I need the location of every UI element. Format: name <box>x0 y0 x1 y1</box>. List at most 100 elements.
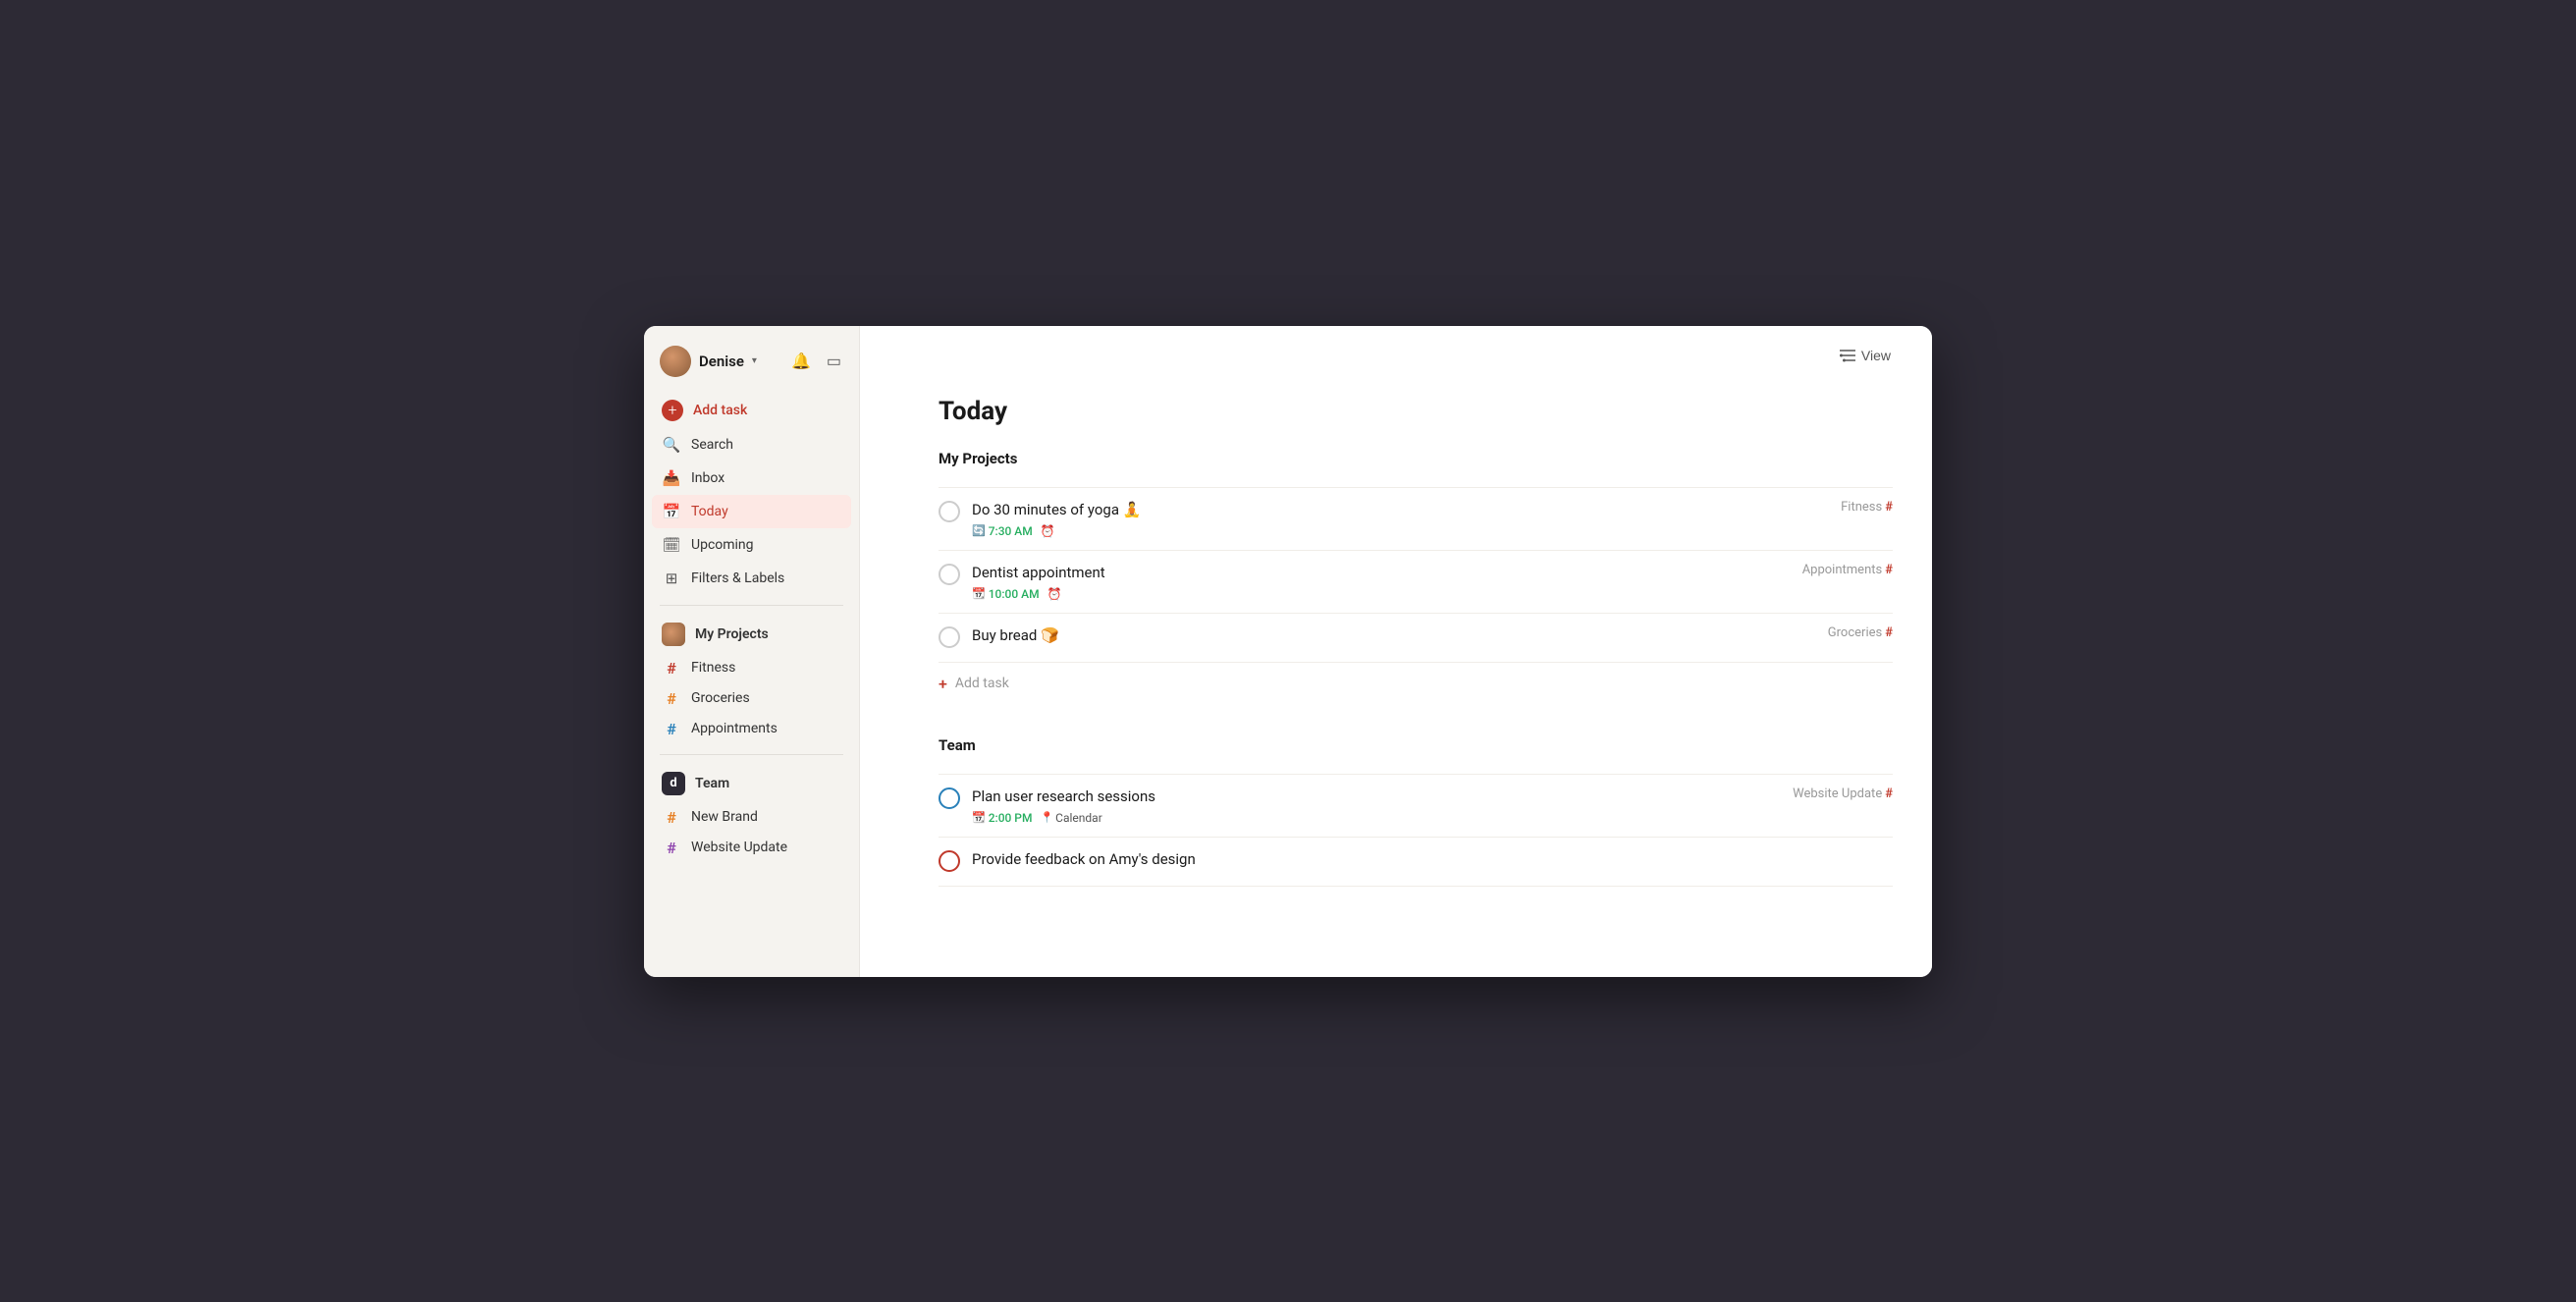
sidebar-item-appointments[interactable]: # Appointments <box>652 714 851 744</box>
task-5-checkbox[interactable] <box>939 850 960 872</box>
main-body: Today My Projects Do 30 minutes of yoga … <box>860 377 1932 977</box>
task-3-project[interactable]: Groceries # <box>1828 625 1893 640</box>
today-calendar-icon: 📅 <box>662 502 681 521</box>
user-info[interactable]: Denise ▾ <box>660 346 757 377</box>
page-title: Today <box>939 397 1893 426</box>
alarm-icon-2: ⏰ <box>1047 587 1062 601</box>
fitness-label: Fitness <box>691 660 735 676</box>
task-1-time: 🔄 7:30 AM <box>972 524 1033 538</box>
table-row: Buy bread 🍞 Groceries # <box>939 614 1893 663</box>
my-projects-section-title: My Projects <box>939 450 1893 475</box>
main-content: View Today My Projects Do 30 minutes of … <box>860 326 1932 977</box>
task-1-title: Do 30 minutes of yoga 🧘 <box>972 500 1829 520</box>
calendar-icon-2: 📆 <box>972 587 986 600</box>
task-5-content: Provide feedback on Amy's design <box>972 849 1893 874</box>
task-4-project-hash: # <box>1885 787 1893 801</box>
task-1-content: Do 30 minutes of yoga 🧘 🔄 7:30 AM ⏰ <box>972 500 1829 538</box>
sidebar-item-fitness[interactable]: # Fitness <box>652 653 851 683</box>
add-task-row-label: Add task <box>955 676 1009 691</box>
task-3-checkbox[interactable] <box>939 626 960 648</box>
main-header: View <box>860 326 1932 377</box>
table-row: Do 30 minutes of yoga 🧘 🔄 7:30 AM ⏰ Fitn… <box>939 488 1893 551</box>
task-4-time: 📆 2:00 PM <box>972 811 1032 825</box>
sidebar-item-search[interactable]: 🔍 Search <box>652 428 851 461</box>
task-5-title: Provide feedback on Amy's design <box>972 849 1893 870</box>
task-1-checkbox[interactable] <box>939 501 960 522</box>
team-section-title: Team <box>939 736 1893 762</box>
app-window: Denise ▾ 🔔 ▭ + Add task 🔍 Search 📥 Inbox <box>644 326 1932 977</box>
inbox-icon: 📥 <box>662 468 681 488</box>
table-row: Dentist appointment 📆 10:00 AM ⏰ Appoint… <box>939 551 1893 614</box>
team-task-section: Team Plan user research sessions 📆 2:00 … <box>939 736 1893 887</box>
add-task-label: Add task <box>693 403 747 418</box>
layout-toggle-button[interactable]: ▭ <box>825 350 843 373</box>
nav-section: + Add task 🔍 Search 📥 Inbox 📅 Today 🗓 Up… <box>644 393 859 595</box>
sidebar-item-today[interactable]: 📅 Today <box>652 495 851 528</box>
upcoming-calendar-icon: 🗓 <box>662 535 681 555</box>
task-1-meta: 🔄 7:30 AM ⏰ <box>972 524 1829 538</box>
task-2-title: Dentist appointment <box>972 563 1791 583</box>
search-icon: 🔍 <box>662 435 681 455</box>
task-2-project[interactable]: Appointments # <box>1802 563 1893 577</box>
sidebar-item-filters-labels[interactable]: ⊞ Filters & Labels <box>652 562 851 595</box>
notification-bell-button[interactable]: 🔔 <box>789 350 813 373</box>
table-row: Provide feedback on Amy's design <box>939 838 1893 887</box>
team-avatar: d <box>662 772 685 795</box>
recurring-icon: 🔄 <box>972 524 986 537</box>
task-2-checkbox[interactable] <box>939 564 960 585</box>
calendar-icon-4: 📆 <box>972 811 986 824</box>
alarm-icon-1: ⏰ <box>1041 524 1055 538</box>
view-filter-icon <box>1840 349 1855 362</box>
sidebar-item-inbox[interactable]: 📥 Inbox <box>652 461 851 495</box>
task-1-project-hash: # <box>1885 500 1893 515</box>
my-projects-task-list: Do 30 minutes of yoga 🧘 🔄 7:30 AM ⏰ Fitn… <box>939 487 1893 663</box>
website-update-label: Website Update <box>691 840 787 855</box>
view-button[interactable]: View <box>1830 342 1901 369</box>
username: Denise <box>699 353 744 370</box>
avatar <box>660 346 691 377</box>
sidebar-item-today-label: Today <box>691 504 728 519</box>
task-3-title: Buy bread 🍞 <box>972 625 1816 646</box>
groceries-label: Groceries <box>691 690 750 706</box>
team-section: d Team # New Brand # Website Update <box>644 765 859 863</box>
sidebar-item-new-brand[interactable]: # New Brand <box>652 802 851 833</box>
task-4-checkbox[interactable] <box>939 787 960 809</box>
task-3-project-hash: # <box>1885 625 1893 640</box>
my-projects-section: My Projects # Fitness # Groceries # Appo… <box>644 616 859 744</box>
my-projects-task-section: My Projects Do 30 minutes of yoga 🧘 🔄 7:… <box>939 450 1893 705</box>
sidebar: Denise ▾ 🔔 ▭ + Add task 🔍 Search 📥 Inbox <box>644 326 860 977</box>
hash-icon-website-update: # <box>662 839 681 857</box>
hash-icon-appointments: # <box>662 720 681 738</box>
hash-icon-fitness: # <box>662 659 681 678</box>
my-projects-header: My Projects <box>652 616 851 653</box>
add-task-button[interactable]: + Add task <box>652 393 851 428</box>
task-2-time: 📆 10:00 AM <box>972 587 1040 601</box>
task-4-title: Plan user research sessions <box>972 787 1781 807</box>
task-2-meta: 📆 10:00 AM ⏰ <box>972 587 1791 601</box>
add-task-plus-icon: + <box>939 675 947 693</box>
sidebar-item-inbox-label: Inbox <box>691 470 724 486</box>
sidebar-item-groceries[interactable]: # Groceries <box>652 683 851 714</box>
chevron-down-icon: ▾ <box>752 355 757 366</box>
task-4-content: Plan user research sessions 📆 2:00 PM 📍 … <box>972 787 1781 825</box>
team-header: d Team <box>652 765 851 802</box>
divider-2 <box>660 754 843 755</box>
sidebar-item-upcoming-label: Upcoming <box>691 537 754 553</box>
add-task-row[interactable]: + Add task <box>939 663 1893 705</box>
sidebar-item-filters-labels-label: Filters & Labels <box>691 570 784 586</box>
task-4-project[interactable]: Website Update # <box>1793 787 1893 801</box>
sidebar-item-website-update[interactable]: # Website Update <box>652 833 851 863</box>
task-1-project[interactable]: Fitness # <box>1841 500 1893 515</box>
grid-icon: ⊞ <box>662 569 681 588</box>
team-task-list: Plan user research sessions 📆 2:00 PM 📍 … <box>939 774 1893 887</box>
location-icon: 📍 <box>1040 811 1053 824</box>
task-2-content: Dentist appointment 📆 10:00 AM ⏰ <box>972 563 1791 601</box>
task-4-location: 📍 Calendar <box>1040 811 1101 825</box>
task-3-content: Buy bread 🍞 <box>972 625 1816 650</box>
task-2-project-hash: # <box>1885 563 1893 577</box>
sidebar-item-upcoming[interactable]: 🗓 Upcoming <box>652 528 851 562</box>
my-projects-title: My Projects <box>695 626 769 642</box>
appointments-label: Appointments <box>691 721 778 736</box>
divider-1 <box>660 605 843 606</box>
hash-icon-groceries: # <box>662 689 681 708</box>
